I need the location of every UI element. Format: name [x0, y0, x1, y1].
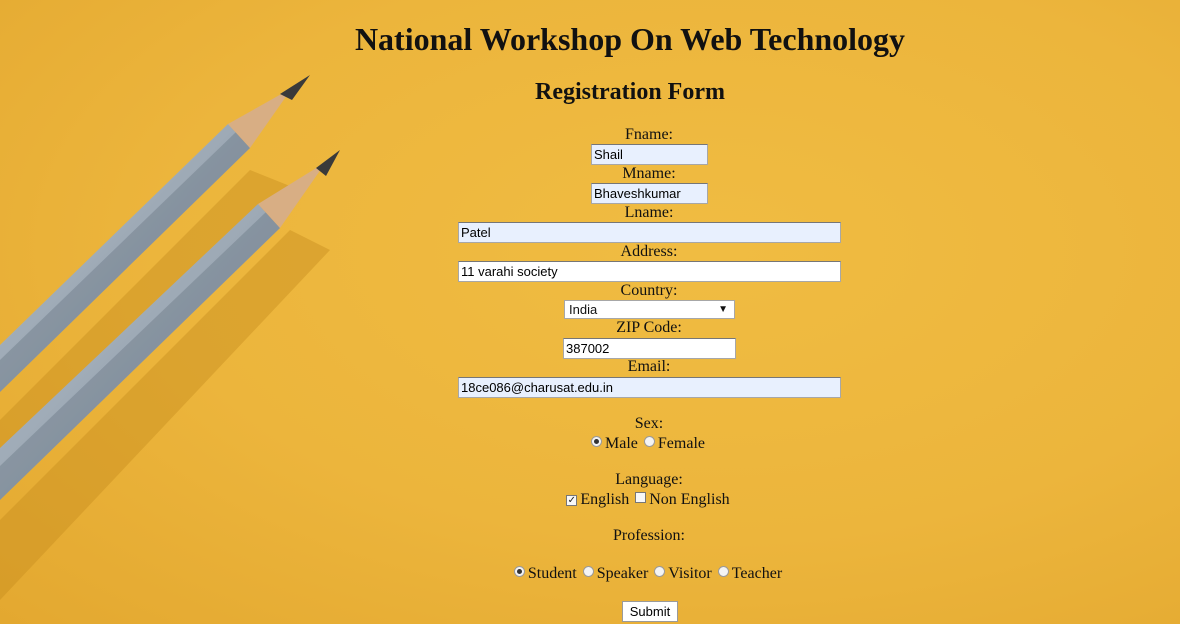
sex-female-label: Female — [657, 435, 705, 452]
profession-visitor-label: Visitor — [668, 565, 712, 582]
email-label: Email: — [627, 358, 671, 375]
address-label: Address: — [620, 243, 678, 260]
profession-visitor-radio[interactable] — [654, 566, 666, 577]
profession-options: Student Speaker Visitor Teacher — [0, 565, 1180, 583]
lname-field[interactable] — [458, 222, 841, 243]
zip-label: ZIP Code: — [616, 319, 682, 336]
sex-female-radio[interactable] — [643, 436, 655, 447]
language-english-label: English — [580, 491, 630, 508]
profession-label: Profession: — [613, 527, 685, 544]
language-non-english-checkbox[interactable] — [635, 492, 647, 503]
sex-label: Sex: — [634, 415, 664, 432]
profession-speaker-label: Speaker — [596, 565, 649, 582]
submit-button[interactable]: Submit — [622, 601, 678, 622]
fname-label: Fname: — [625, 126, 673, 143]
sex-male-label: Male — [605, 435, 638, 452]
sex-options: Male Female — [0, 435, 1180, 453]
zip-field[interactable] — [563, 338, 736, 359]
language-english-checkbox[interactable]: ✓ — [566, 495, 578, 506]
sex-male-radio[interactable] — [591, 436, 603, 447]
profession-student-label: Student — [527, 565, 577, 582]
language-options: ✓ English Non English — [0, 491, 1180, 509]
mname-field[interactable] — [591, 183, 708, 204]
form-title: Registration Form — [535, 79, 725, 105]
country-selected-value: India — [569, 302, 598, 317]
mname-label: Mname: — [622, 165, 676, 182]
profession-teacher-label: Teacher — [731, 565, 783, 582]
email-field[interactable] — [458, 377, 841, 398]
lname-label: Lname: — [624, 204, 674, 221]
language-non-english-label: Non English — [649, 491, 730, 508]
address-field[interactable] — [458, 261, 841, 282]
profession-student-radio[interactable] — [513, 566, 525, 577]
fname-field[interactable] — [591, 144, 708, 165]
language-label: Language: — [615, 471, 683, 488]
profession-speaker-radio[interactable] — [582, 566, 594, 577]
profession-teacher-radio[interactable] — [717, 566, 729, 577]
country-select[interactable]: India ▼ — [564, 300, 735, 319]
country-label: Country: — [620, 282, 678, 299]
chevron-down-icon: ▼ — [718, 304, 728, 315]
page-title: National Workshop On Web Technology — [354, 21, 906, 57]
